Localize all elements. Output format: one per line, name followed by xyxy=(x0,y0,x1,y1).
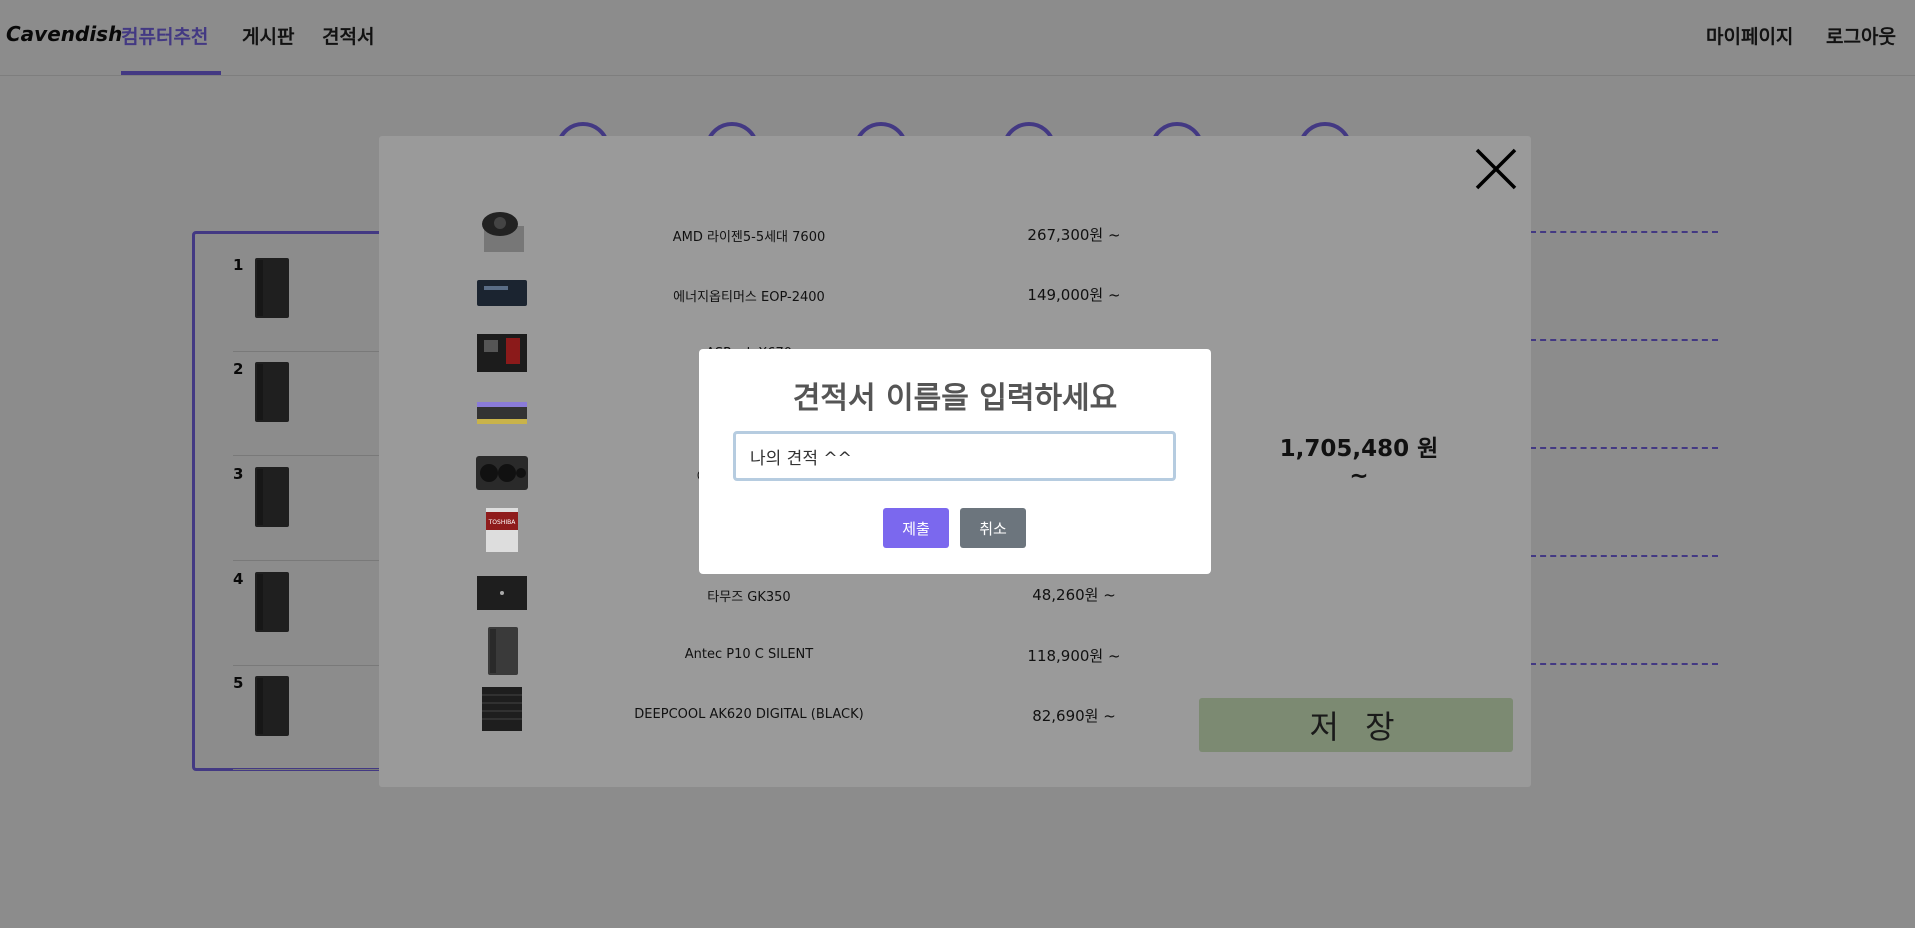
submit-button[interactable]: 제출 xyxy=(883,508,949,548)
part-price: 48,260원 ~ xyxy=(1032,586,1116,604)
estimate-name-input[interactable] xyxy=(733,431,1176,481)
part-price: 82,690원 ~ xyxy=(1032,707,1116,725)
power-supply-icon xyxy=(477,576,527,610)
cancel-button[interactable]: 취소 xyxy=(960,508,1026,548)
motherboard-icon xyxy=(477,334,527,372)
estimate-part-row: AMD 라이젠5-5세대 7600 267,300원 ~ xyxy=(379,206,1121,266)
gpu-icon xyxy=(476,456,528,490)
estimate-part-row: 타무즈 GK350 48,260원 ~ xyxy=(379,566,1119,626)
save-button[interactable]: 저 장 xyxy=(1199,698,1513,752)
dialog-title: 견적서 이름을 입력하세요 xyxy=(792,381,1118,416)
close-icon[interactable] xyxy=(1473,146,1519,192)
estimate-part-row: Antec P10 C SILENT 118,900원 ~ xyxy=(379,627,1121,687)
case-icon xyxy=(488,627,518,675)
part-price: 118,900원 ~ xyxy=(1027,647,1121,665)
estimate-part-row: DEEPCOOL AK620 DIGITAL (BLACK) 82,690원 ~ xyxy=(379,687,1119,747)
ram-icon xyxy=(477,402,527,424)
part-name: Antec P10 C SILENT xyxy=(684,647,814,662)
part-name: AMD 라이젠5-5세대 7600 xyxy=(672,230,826,245)
part-name: DEEPCOOL AK620 DIGITAL (BLACK) xyxy=(634,707,864,722)
estimate-part-row: 에너지옵티머스 EOP-2400 149,000원 ~ xyxy=(379,266,1121,326)
estimate-name-dialog: 견적서 이름을 입력하세요 제출 취소 xyxy=(699,349,1211,574)
hdd-icon: TOSHIBA xyxy=(486,508,518,552)
total-price: 1,705,480 원 ~ xyxy=(1279,436,1439,489)
svg-text:TOSHIBA: TOSHIBA xyxy=(488,519,517,526)
cpu-icon xyxy=(482,212,524,252)
part-price: 267,300원 ~ xyxy=(1027,226,1121,244)
ssd-icon xyxy=(477,280,527,306)
cooler-icon xyxy=(482,687,522,731)
part-name: 에너지옵티머스 EOP-2400 xyxy=(673,290,825,305)
part-name: 타무즈 GK350 xyxy=(707,590,791,605)
part-price: 149,000원 ~ xyxy=(1027,286,1121,304)
